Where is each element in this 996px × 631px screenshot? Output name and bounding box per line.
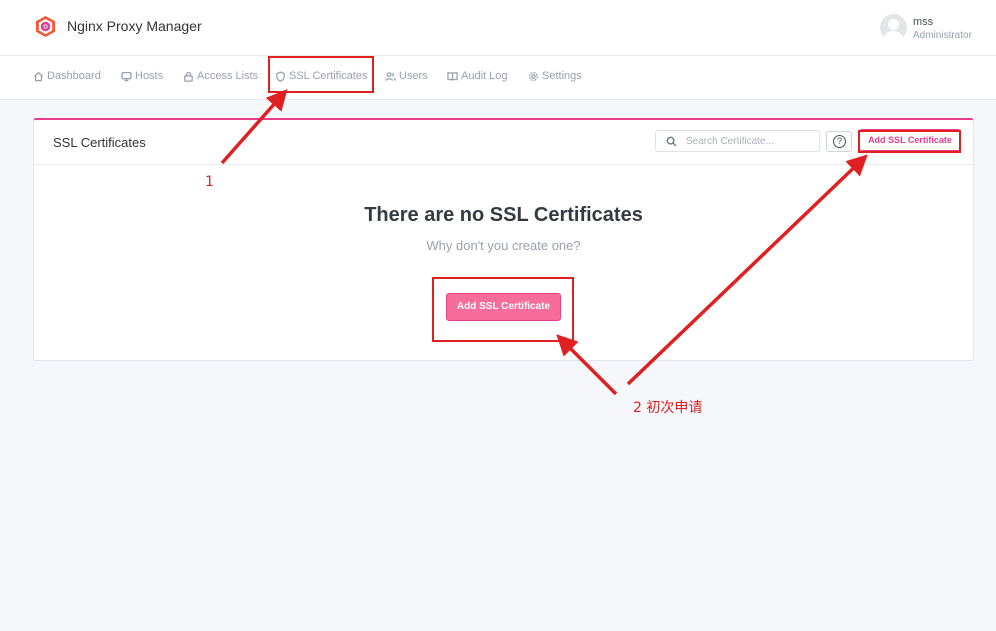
nav-item-label: Settings — [542, 70, 582, 82]
nav-item-audit-log[interactable]: Audit Log — [447, 70, 507, 82]
book-icon — [447, 71, 458, 81]
annotation-label-1: 1 — [205, 174, 214, 190]
gear-icon — [529, 71, 538, 81]
monitor-icon — [121, 71, 132, 81]
main-nav: Dashboard Hosts Access Lists SSL Certifi… — [0, 56, 996, 100]
annotation-box-ssl-tab — [268, 56, 374, 93]
users-icon — [385, 71, 396, 81]
empty-state-title: There are no SSL Certificates — [364, 204, 643, 226]
annotation-box-add-button — [432, 277, 574, 342]
top-header: Nginx Proxy Manager mss Administrator — [0, 0, 996, 56]
app-title[interactable]: Nginx Proxy Manager — [67, 18, 202, 34]
nav-item-label: Dashboard — [47, 70, 101, 82]
search-box[interactable] — [655, 130, 820, 152]
nav-item-label: Audit Log — [461, 70, 508, 82]
nav-item-access-lists[interactable]: Access Lists — [183, 70, 258, 82]
home-icon — [33, 71, 44, 81]
card-header: SSL Certificates ? Add SSL Certificate — [34, 120, 973, 165]
nav-item-label: Hosts — [135, 70, 164, 82]
user-avatar[interactable] — [880, 14, 907, 41]
nav-item-label: Users — [399, 70, 428, 82]
search-input[interactable] — [686, 134, 814, 149]
app-logo-icon[interactable] — [34, 15, 57, 38]
search-icon — [666, 136, 677, 147]
nav-item-dashboard[interactable]: Dashboard — [33, 70, 101, 82]
empty-state-subtitle: Why don't you create one? — [426, 238, 581, 253]
nav-item-label: Access Lists — [197, 70, 259, 82]
help-icon: ? — [833, 135, 846, 148]
user-role: Administrator — [913, 30, 972, 41]
nav-item-users[interactable]: Users — [385, 70, 428, 82]
user-name[interactable]: mss — [913, 16, 933, 28]
nav-item-settings[interactable]: Settings — [528, 70, 582, 82]
nav-item-hosts[interactable]: Hosts — [121, 70, 163, 82]
annotation-box-header-button — [858, 130, 961, 153]
annotation-label-2: 2 初次申请 — [633, 400, 703, 416]
card-title: SSL Certificates — [53, 135, 146, 150]
help-button[interactable]: ? — [826, 131, 852, 152]
lock-icon — [184, 71, 193, 82]
